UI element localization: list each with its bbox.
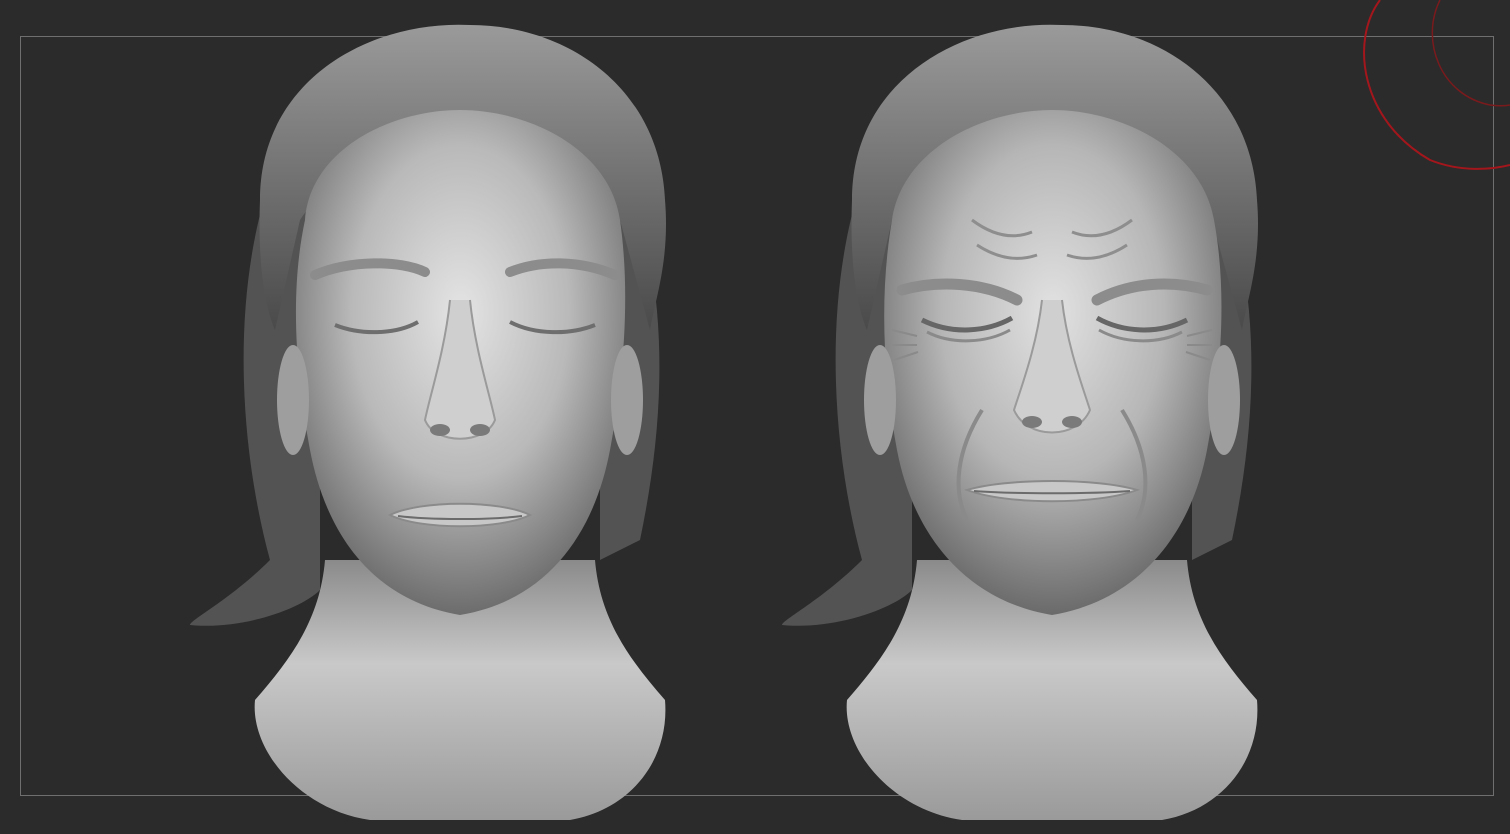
rotation-gizmo-icon[interactable] [1340, 0, 1510, 180]
head-render-neutral [190, 24, 667, 820]
sculpt-viewport[interactable] [0, 0, 1510, 834]
head-render-squint [782, 24, 1259, 820]
